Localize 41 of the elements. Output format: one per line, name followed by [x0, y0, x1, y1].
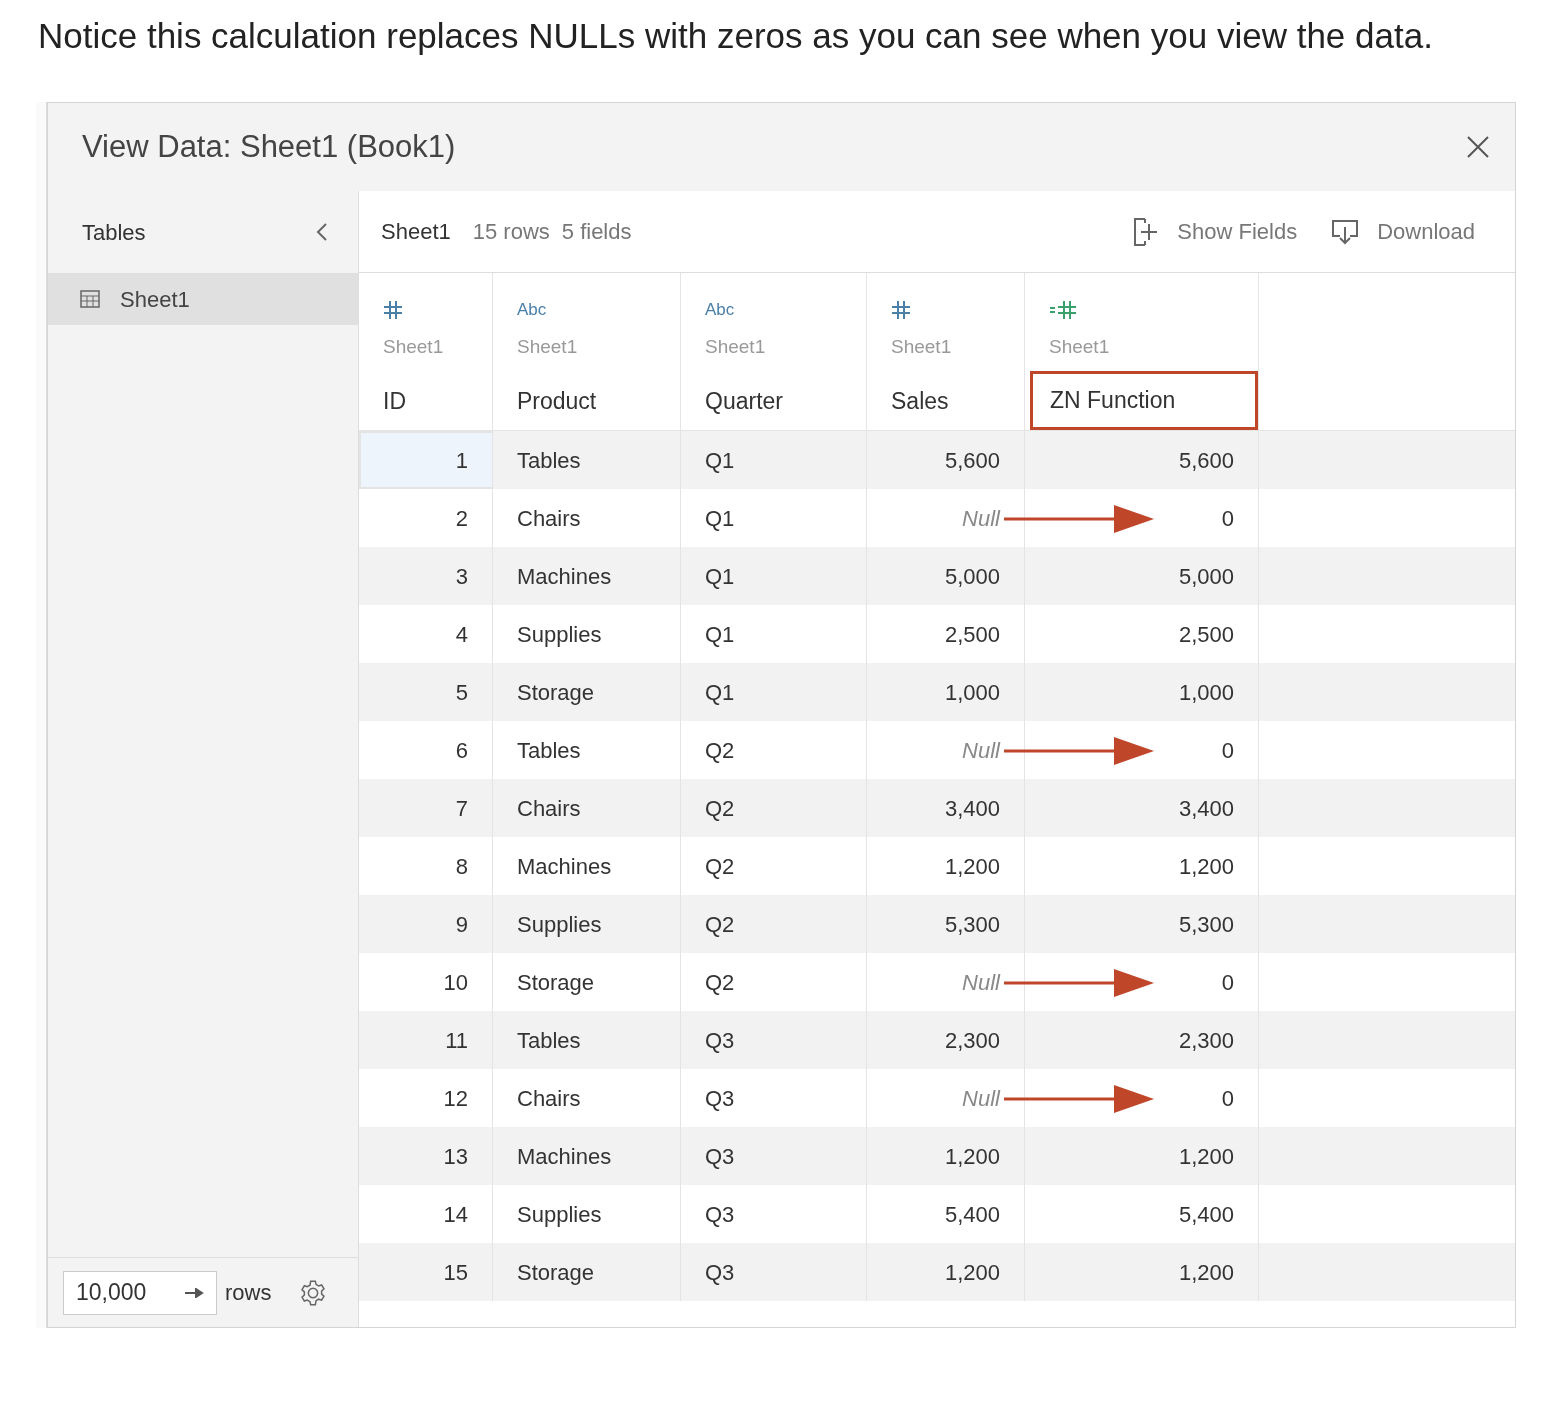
table-name: Sheet1: [381, 218, 451, 246]
calculated-number-icon: [1049, 299, 1079, 320]
collapse-button[interactable]: [316, 222, 328, 242]
row-count: 15 rows: [472, 218, 550, 246]
number-type-icon: [891, 300, 911, 320]
number-type-icon: [383, 300, 403, 320]
rows-label: rows: [225, 1279, 272, 1307]
show-fields-button[interactable]: Show Fields: [1133, 215, 1298, 248]
table-icon: [80, 290, 100, 308]
column-header: ID: [383, 386, 407, 416]
string-type-label: Abc: [517, 299, 547, 322]
field-source: Sheet1: [1049, 334, 1111, 359]
settings-icon: [299, 1278, 328, 1307]
sidebar-item[interactable]: Sheet1: [48, 273, 358, 325]
field-source: Sheet1: [705, 335, 767, 359]
field-source: Sheet1: [891, 335, 953, 359]
table-cell: 1,200: [867, 1243, 1025, 1301]
table-cell: 1: [359, 431, 493, 489]
add-field-icon: [1133, 216, 1160, 247]
field-count: 5 fields: [561, 218, 632, 246]
column-header: ZN Function: [1030, 371, 1258, 430]
table-cell: Storage: [493, 1243, 681, 1301]
field-source: Sheet1: [383, 335, 445, 359]
intro-paragraph: Notice this calculation replaces NULLs with zeros as you can see when you view the data.: [38, 15, 1434, 57]
close-icon: [1466, 135, 1490, 159]
row-limit-field[interactable]: 10,000: [63, 1270, 217, 1315]
string-type-label: Abc: [705, 299, 735, 322]
table-cell: 15: [359, 1243, 493, 1301]
window-title: View Data: Sheet1 (Book1): [82, 127, 456, 166]
download-button[interactable]: Download: [1331, 215, 1475, 248]
column-header: Quarter: [705, 386, 784, 416]
column-header: Sales: [891, 386, 950, 416]
arrow-right-icon: [184, 1287, 204, 1298]
settings-button[interactable]: [299, 1278, 328, 1307]
sidebar-heading: Tables: [82, 218, 146, 247]
field-source: Sheet1: [517, 335, 579, 359]
column-header: Product: [517, 386, 598, 416]
table-cell: Q3: [681, 1243, 867, 1301]
download-icon: [1331, 218, 1360, 245]
chevron-left-icon: [316, 222, 328, 242]
table-cell: 1,200: [1025, 1243, 1259, 1301]
